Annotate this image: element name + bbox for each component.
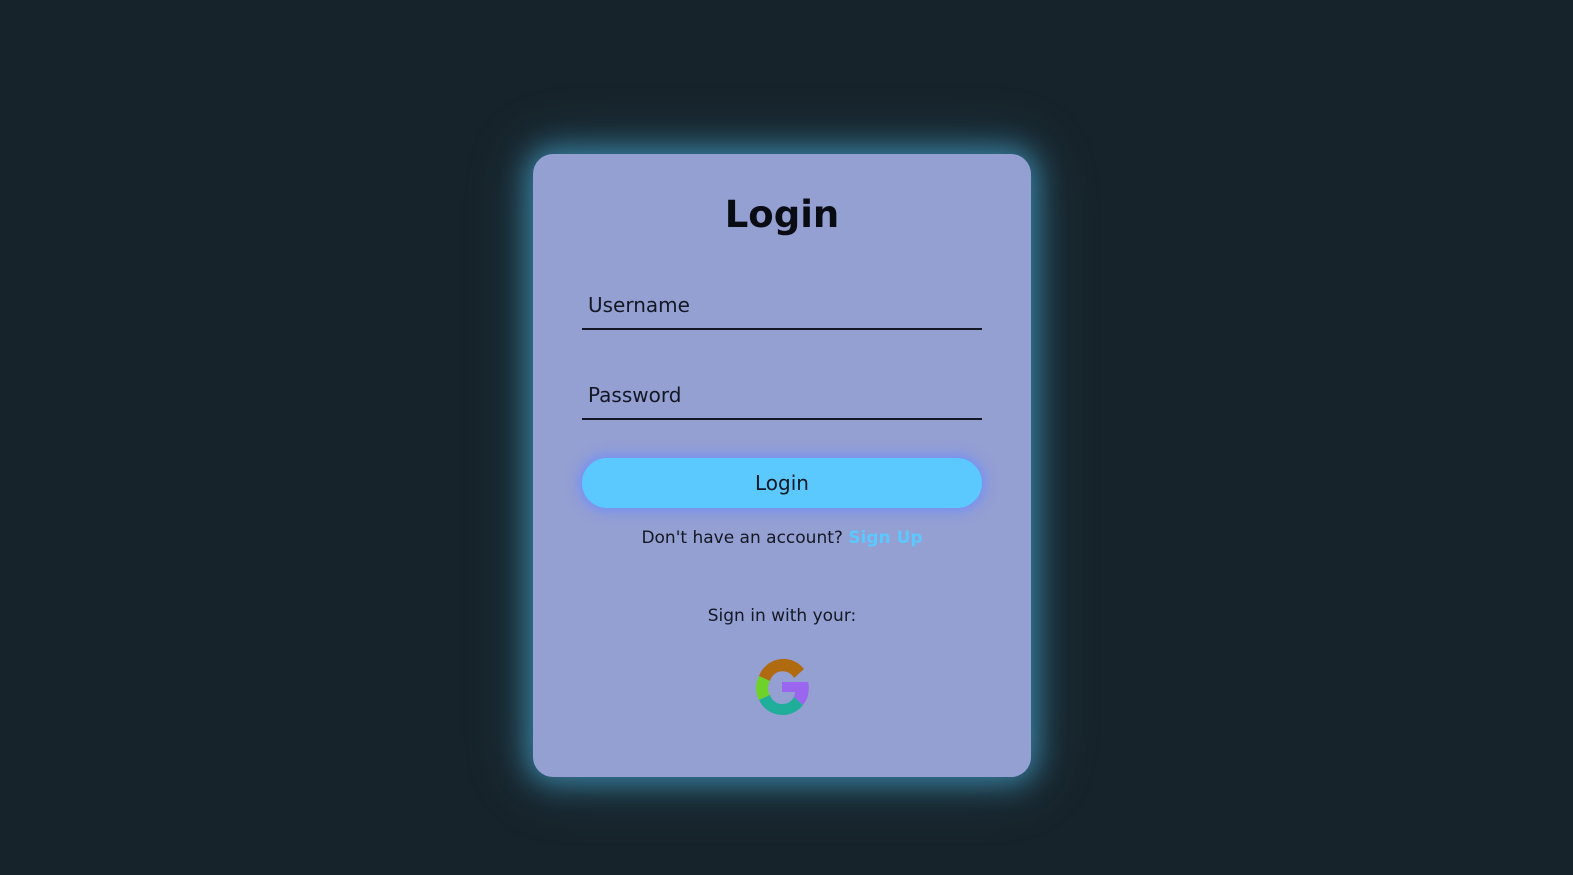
login-card: Login Login Don't have an account? Sign … — [533, 154, 1031, 777]
page-title: Login — [724, 193, 840, 236]
username-input[interactable] — [582, 282, 982, 328]
signup-prompt-text: Don't have an account? — [641, 528, 843, 548]
username-field-wrapper — [582, 282, 982, 330]
google-signin-button[interactable] — [750, 654, 814, 720]
login-button[interactable]: Login — [582, 458, 982, 508]
password-input[interactable] — [582, 372, 982, 418]
signup-prompt-line: Don't have an account? Sign Up — [533, 526, 1031, 550]
signup-link[interactable]: Sign Up — [848, 528, 922, 548]
google-icon — [756, 658, 809, 715]
password-field-wrapper — [582, 372, 982, 420]
social-signin-prompt: Sign in with your: — [707, 606, 857, 626]
